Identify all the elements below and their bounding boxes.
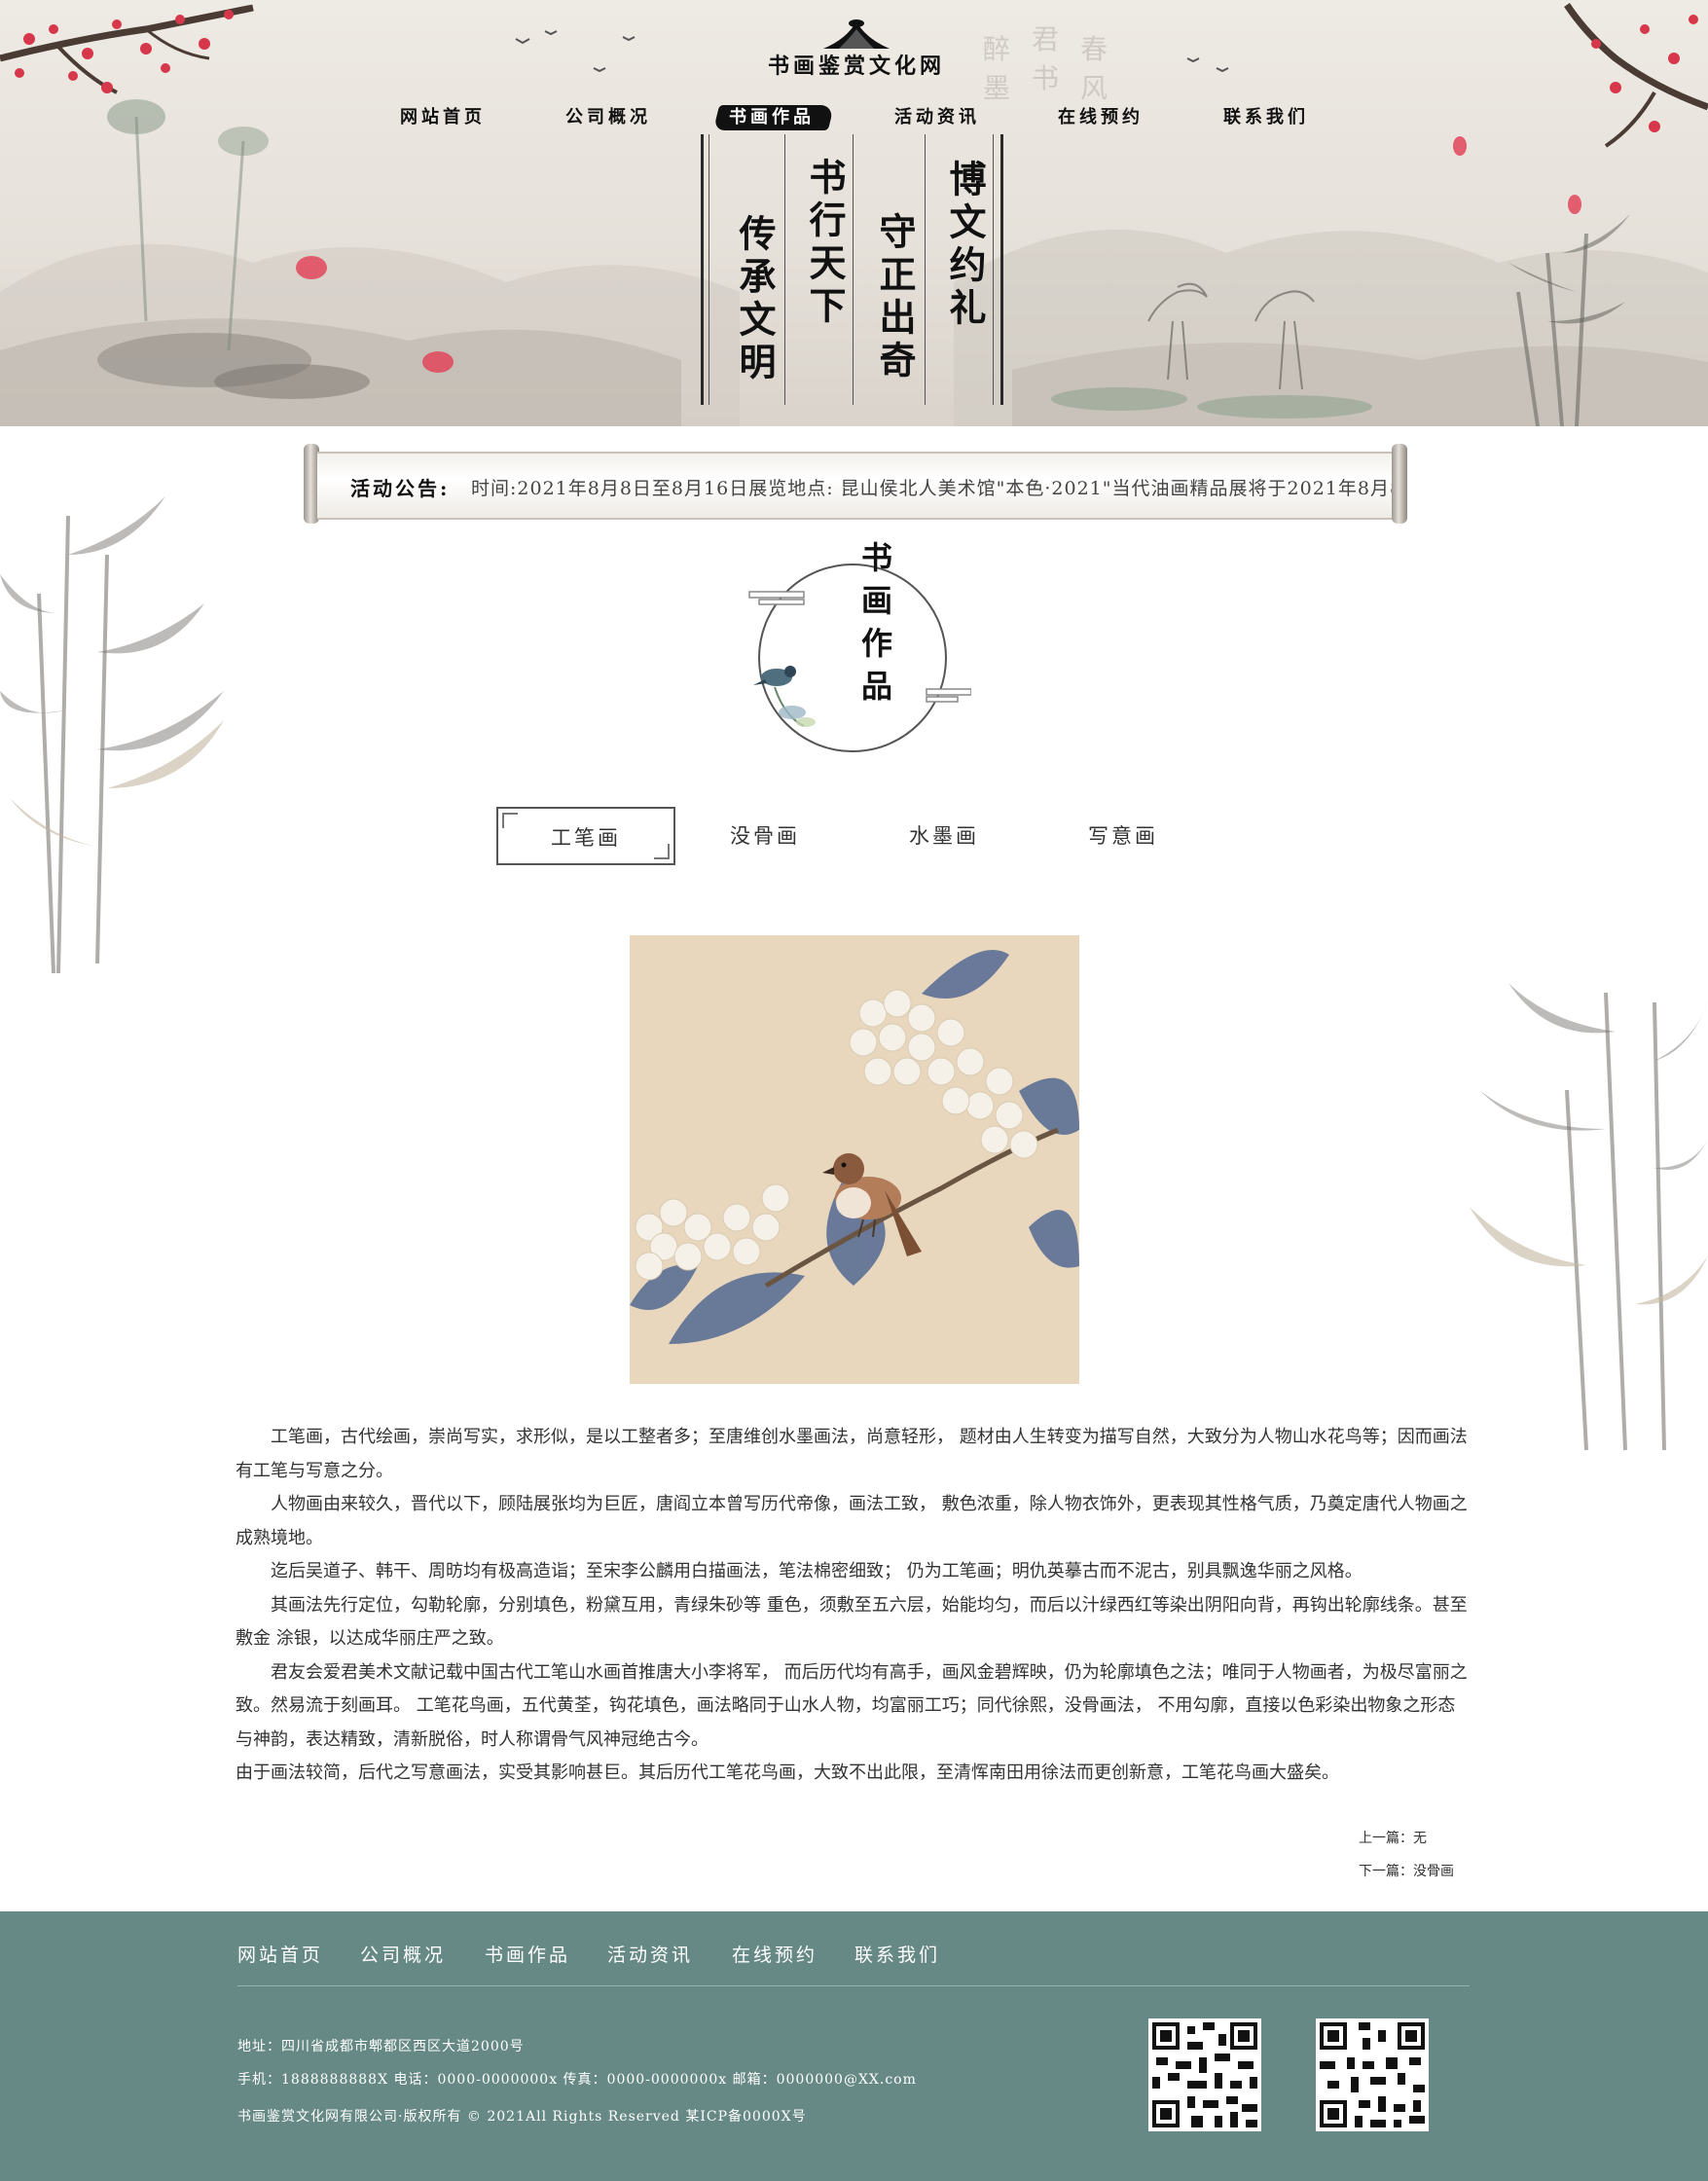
- nav-item-works[interactable]: 书画作品: [689, 101, 854, 134]
- svg-text:书: 书: [1032, 62, 1059, 94]
- article-paragraph: 其画法先行定位，勾勒轮廓，分别填色，粉黛互用，青绿朱砂等 重色，须敷至五六层，始…: [236, 1594, 1468, 1650]
- bamboo-decoration-left: [0, 496, 224, 974]
- divider: [993, 134, 994, 405]
- section-emblem: 书画作品: [747, 541, 971, 765]
- couplet-line: 博文约礼: [943, 160, 987, 331]
- couplet-line: 守正出奇: [873, 212, 917, 383]
- svg-text:君: 君: [1032, 23, 1059, 55]
- article-paragraph: 工笔画，古代绘画，崇尚写实，求形似，是以工整者多；至唐维创水墨画法，尚意轻形， …: [236, 1427, 1468, 1481]
- site-footer: 网站首页 公司概况 书画作品 活动资讯 在线预约 联系我们 地址：四川省成都市郫…: [0, 1911, 1708, 2181]
- bamboo-decoration-right: [1470, 983, 1708, 1451]
- couplet-line: 书行天下: [803, 158, 847, 329]
- mountain-logo-icon: [823, 19, 890, 49]
- article-paragraph: 由于画法较简，后代之写意画法，实受其影响甚巨。其后历代工笔花鸟画，大致不出此限，…: [236, 1763, 1339, 1783]
- tab-gongbi[interactable]: 工笔画: [496, 807, 675, 865]
- nav-item-events[interactable]: 活动资讯: [854, 101, 1020, 134]
- prev-article-link[interactable]: 上一篇：无: [1359, 1822, 1495, 1855]
- notice-scroll: 活动公告: 时间:2021年8月8日至8月16日展览地点: 昆山侯北人美术馆"本…: [304, 444, 1407, 524]
- scroll-roller: [1392, 444, 1407, 524]
- site-logo[interactable]: 书画鉴赏文化网: [740, 10, 973, 80]
- nav-item-label: 公司概况: [565, 107, 651, 127]
- nav-item-label: 活动资讯: [894, 107, 980, 127]
- qr-code-icon: [1148, 2018, 1261, 2131]
- artwork-image: [630, 935, 1079, 1384]
- site-title: 书画鉴赏文化网: [767, 54, 945, 79]
- article-pager: 上一篇：无 下一篇：没骨画: [1359, 1822, 1495, 1888]
- nav-item-contact[interactable]: 联系我们: [1183, 101, 1349, 134]
- footer-contact: 手机：1888888888X 电话：0000-0000000x 传真：0000-…: [237, 2072, 917, 2088]
- nav-item-label: 联系我们: [1223, 107, 1309, 127]
- divider: [701, 134, 704, 405]
- nav-item-label: 在线预约: [1058, 107, 1144, 127]
- notice-label: 活动公告:: [350, 477, 451, 500]
- nav-item-home[interactable]: 网站首页: [360, 101, 526, 134]
- article-paragraph: 人物画由来较久，晋代以下，顾陆展张均为巨匠，唐阎立本曾写历代帝像，画法工致， 敷…: [236, 1494, 1468, 1548]
- svg-text:春: 春: [1080, 33, 1108, 65]
- qr-code-icon: [1316, 2018, 1429, 2131]
- footer-nav-home[interactable]: 网站首页: [237, 1941, 323, 1967]
- calligraphy-couplets: 传承文明 书行天下 守正出奇 博文约礼: [701, 134, 1004, 405]
- category-tabs: 工笔画 没骨画 水墨画 写意画: [496, 807, 1217, 867]
- article-body: 工笔画，古代绘画，崇尚写实，求形似，是以工整者多；至唐维创水墨画法，尚意轻形， …: [236, 1421, 1472, 1791]
- nav-item-label: 网站首页: [400, 107, 486, 127]
- divider: [925, 134, 926, 405]
- divider: [1000, 134, 1003, 405]
- footer-address: 地址：四川省成都市郫都区西区大道2000号: [237, 2039, 525, 2054]
- main-nav: 网站首页 公司概况 书画作品 活动资讯 在线预约 联系我们: [360, 101, 1343, 134]
- divider: [853, 134, 854, 405]
- footer-nav-events[interactable]: 活动资讯: [607, 1941, 693, 1967]
- divider: [784, 134, 785, 405]
- svg-text:风: 风: [1080, 72, 1108, 104]
- couplet-line: 传承文明: [733, 214, 777, 385]
- hero-banner: 醉墨 君书 春风 书画鉴赏文化网 网站首页 公司概况 书画作品 活动资讯 在线预…: [0, 0, 1708, 426]
- bird-and-flowers-painting: [630, 935, 1079, 1384]
- footer-nav-contact[interactable]: 联系我们: [854, 1941, 940, 1967]
- footer-nav-works[interactable]: 书画作品: [485, 1941, 570, 1967]
- notice-paper: 活动公告: 时间:2021年8月8日至8月16日展览地点: 昆山侯北人美术馆"本…: [317, 452, 1394, 520]
- article-paragraph: 君友会爱君美术文献记载中国古代工笔山水画首推唐大小李将军， 而后历代均有高手，画…: [236, 1661, 1468, 1750]
- section-title: 书画作品: [856, 541, 893, 712]
- article-paragraph: 迄后吴道子、韩干、周昉均有极高造诣；至宋李公麟用白描画法，笔法棉密细致； 仍为工…: [271, 1561, 1363, 1581]
- nav-item-booking[interactable]: 在线预约: [1018, 101, 1183, 134]
- footer-copyright: 书画鉴赏文化网有限公司·版权所有 © 2021All Rights Reserv…: [237, 2109, 807, 2125]
- footer-divider: [237, 1985, 1470, 1986]
- nav-item-label: 书画作品: [729, 107, 815, 127]
- footer-nav-about[interactable]: 公司概况: [360, 1941, 446, 1967]
- tab-xieyi[interactable]: 写意画: [1034, 807, 1213, 865]
- svg-text:醉: 醉: [983, 33, 1010, 65]
- tab-mogu[interactable]: 没骨画: [675, 807, 854, 865]
- notice-marquee-text[interactable]: 时间:2021年8月8日至8月16日展览地点: 昆山侯北人美术馆"本色·2021…: [471, 474, 1394, 500]
- next-article-link[interactable]: 下一篇：没骨画: [1359, 1855, 1495, 1888]
- svg-text:墨: 墨: [983, 72, 1010, 104]
- nav-item-about[interactable]: 公司概况: [526, 101, 691, 134]
- footer-nav-booking[interactable]: 在线预约: [732, 1941, 818, 1967]
- tab-shuimo[interactable]: 水墨画: [854, 807, 1034, 865]
